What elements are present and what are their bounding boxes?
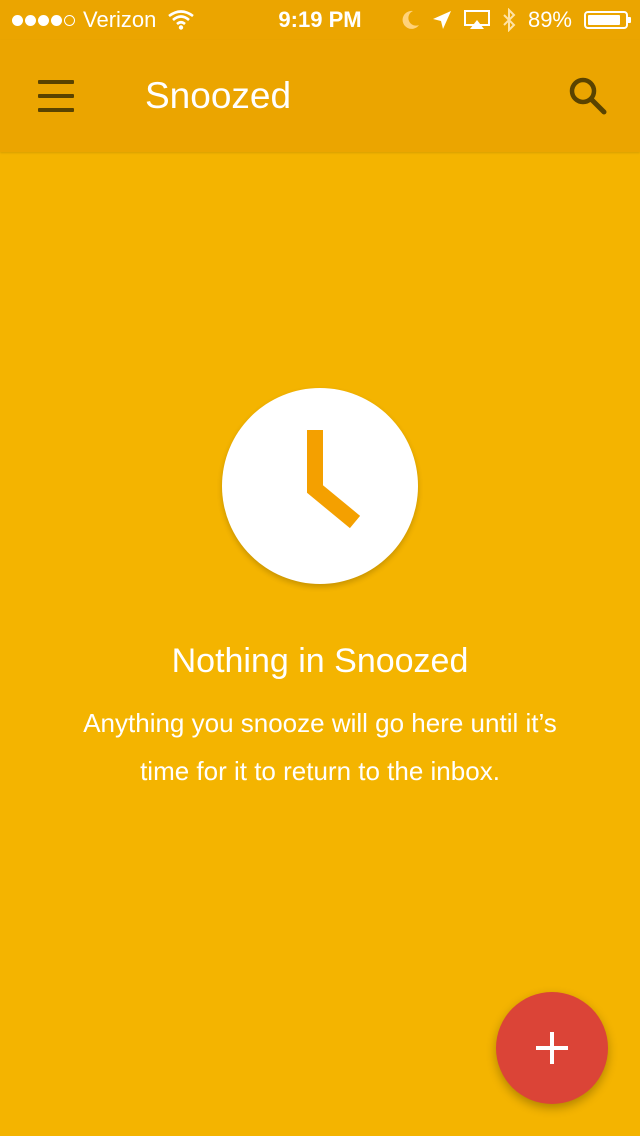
status-bar: Verizon 9:19 PM 89% (0, 0, 640, 40)
menu-button[interactable] (28, 74, 84, 118)
search-button[interactable] (566, 74, 610, 118)
empty-state-description: Anything you snooze will go here until i… (83, 708, 557, 786)
plus-icon (536, 1032, 568, 1064)
empty-state-title: Nothing in Snoozed (171, 642, 469, 680)
battery-percent: 89% (527, 7, 572, 32)
clock-icon (222, 388, 418, 584)
compose-fab-button[interactable] (496, 992, 608, 1104)
hamburger-menu-icon (38, 80, 74, 84)
location-arrow-icon (432, 10, 452, 30)
battery-level (588, 15, 620, 25)
app-bar: Snoozed (0, 40, 640, 152)
airplay-icon (463, 10, 490, 30)
status-bar-right: 89% (402, 0, 631, 40)
bluetooth-icon (502, 8, 516, 32)
page-title: Snoozed (145, 75, 292, 116)
battery-icon (584, 11, 631, 29)
empty-state: Nothing in Snoozed Anything you snooze w… (0, 388, 640, 795)
do-not-disturb-moon-icon (402, 10, 420, 30)
search-icon (569, 77, 607, 115)
